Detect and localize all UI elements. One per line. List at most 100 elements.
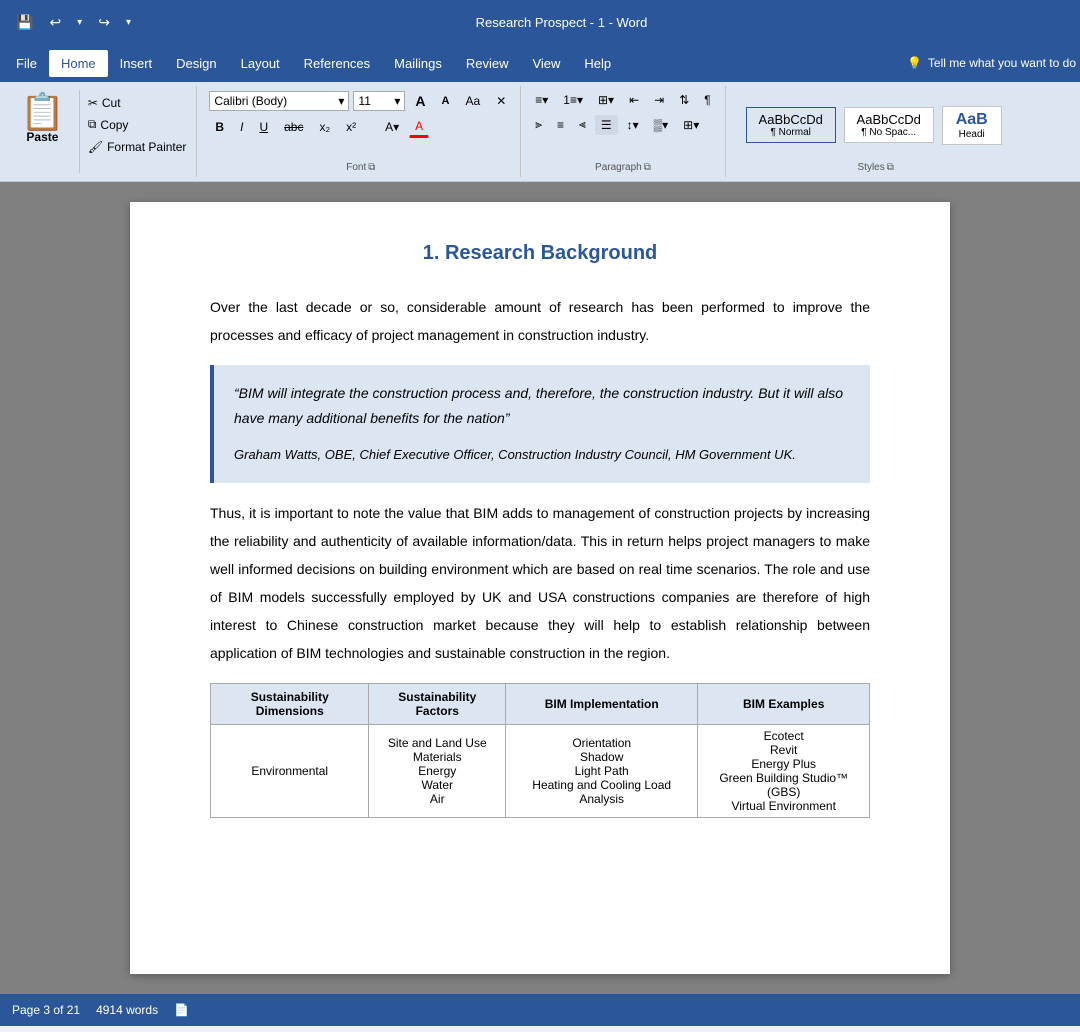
lightbulb-icon: 💡 bbox=[907, 56, 922, 70]
cut-label: Cut bbox=[102, 96, 121, 110]
document-page[interactable]: 1. Research Background Over the last dec… bbox=[130, 202, 950, 974]
document-para2: Thus, it is important to note the value … bbox=[210, 499, 870, 667]
status-bar: Page 3 of 21 4914 words 📄 bbox=[0, 994, 1080, 1026]
styles-group: AaBbCcDd ¶ Normal AaBbCcDd ¶ No Spac... … bbox=[726, 86, 1026, 177]
title-bar-title: Research Prospect - 1 - Word bbox=[476, 15, 648, 30]
format-painter-icon: 🖌 bbox=[88, 140, 103, 154]
menu-item-view[interactable]: View bbox=[520, 50, 572, 77]
multilevel-button[interactable]: ⊞▾ bbox=[592, 90, 620, 110]
bullets-button[interactable]: ≡▾ bbox=[529, 90, 554, 110]
align-center-button[interactable]: ≡ bbox=[551, 115, 570, 135]
font-grow-button[interactable]: A bbox=[409, 90, 431, 112]
paragraph-group: ≡▾ 1≡▾ ⊞▾ ⇤ ⇥ ⇅ ¶ ⫸ ≡ ⫷ ☰ ↕▾ ▒▾ ⊞▾ Parag… bbox=[521, 86, 725, 177]
font-case-button[interactable]: Aa bbox=[460, 91, 487, 111]
table-cell-bim-ex: EcotectRevitEnergy PlusGreen Building St… bbox=[698, 724, 870, 817]
table-header-bim-ex: BIM Examples bbox=[698, 683, 870, 724]
paste-button[interactable]: 📋 Paste bbox=[14, 90, 71, 148]
undo-icon[interactable]: ↩ bbox=[45, 10, 65, 35]
font-group-label: Font ⧉ bbox=[346, 162, 375, 173]
clipboard-group: 📋 Paste ✂ Cut ⧉ Copy 🖌 Format Painter bbox=[8, 86, 197, 177]
menu-bar: File Home Insert Design Layout Reference… bbox=[0, 44, 1080, 82]
document-table: Sustainability Dimensions Sustainability… bbox=[210, 683, 870, 818]
font-size-select[interactable]: 11 ▾ bbox=[353, 91, 405, 111]
style-normal-label: ¶ Normal bbox=[755, 127, 827, 138]
menu-item-mailings[interactable]: Mailings bbox=[382, 50, 454, 77]
style-heading-label: Headi bbox=[951, 129, 993, 140]
style-heading-box[interactable]: AaB Headi bbox=[942, 106, 1002, 145]
paragraph-group-expand[interactable]: ⧉ bbox=[644, 162, 651, 173]
decrease-indent-button[interactable]: ⇤ bbox=[623, 90, 645, 110]
style-nospace-preview: AaBbCcDd bbox=[853, 112, 925, 127]
cut-icon: ✂ bbox=[88, 96, 98, 110]
copy-label: Copy bbox=[100, 118, 128, 132]
lang-icon: 📄 bbox=[174, 1003, 189, 1017]
numbering-button[interactable]: 1≡▾ bbox=[557, 90, 589, 110]
ribbon: 📋 Paste ✂ Cut ⧉ Copy 🖌 Format Painter bbox=[0, 82, 1080, 182]
table-cell-bim-impl: OrientationShadowLight PathHeating and C… bbox=[506, 724, 698, 817]
style-normal-box[interactable]: AaBbCcDd ¶ Normal bbox=[746, 107, 836, 143]
paste-label: Paste bbox=[26, 130, 58, 144]
font-family-select[interactable]: Calibri (Body) ▾ bbox=[209, 91, 349, 111]
document-quote-block: “BIM will integrate the construction pro… bbox=[210, 365, 870, 483]
font-controls: Calibri (Body) ▾ 11 ▾ A A Aa ✕ B I U abc… bbox=[209, 90, 512, 160]
style-nospace-label: ¶ No Spac... bbox=[853, 127, 925, 138]
tell-me-box[interactable]: 💡 Tell me what you want to do bbox=[907, 56, 1076, 70]
quick-access-dropdown[interactable]: ▾ bbox=[122, 13, 135, 32]
styles-group-label: Styles ⧉ bbox=[858, 162, 894, 173]
bold-button[interactable]: B bbox=[209, 117, 230, 137]
font-clear-button[interactable]: ✕ bbox=[490, 91, 512, 111]
copy-button[interactable]: ⧉ Copy bbox=[84, 115, 191, 134]
superscript-button[interactable]: x² bbox=[340, 117, 362, 137]
style-nospace-box[interactable]: AaBbCcDd ¶ No Spac... bbox=[844, 107, 934, 143]
font-row1: Calibri (Body) ▾ 11 ▾ A A Aa ✕ bbox=[209, 90, 512, 112]
highlight-button[interactable]: A▾ bbox=[379, 117, 405, 137]
copy-icon: ⧉ bbox=[88, 117, 97, 132]
table-header-dimensions: Sustainability Dimensions bbox=[211, 683, 369, 724]
show-marks-button[interactable]: ¶ bbox=[698, 90, 716, 110]
line-spacing-button[interactable]: ↕▾ bbox=[621, 115, 645, 135]
redo-icon[interactable]: ↪ bbox=[94, 10, 114, 35]
undo-dropdown-icon[interactable]: ▾ bbox=[73, 13, 86, 32]
menu-item-insert[interactable]: Insert bbox=[108, 50, 165, 77]
menu-item-file[interactable]: File bbox=[4, 50, 49, 77]
font-group-expand[interactable]: ⧉ bbox=[368, 162, 375, 173]
table-cell-factors: Site and Land UseMaterialsEnergyWaterAir bbox=[369, 724, 506, 817]
document-heading: 1. Research Background bbox=[210, 242, 870, 265]
menu-item-review[interactable]: Review bbox=[454, 50, 521, 77]
font-color-button[interactable]: A bbox=[409, 116, 429, 138]
align-justify-button[interactable]: ☰ bbox=[595, 115, 618, 135]
table-row: Environmental Site and Land UseMaterials… bbox=[211, 724, 870, 817]
subscript-button[interactable]: x₂ bbox=[313, 117, 336, 137]
styles-group-expand[interactable]: ⧉ bbox=[887, 162, 894, 173]
menu-item-home[interactable]: Home bbox=[49, 50, 108, 77]
format-painter-button[interactable]: 🖌 Format Painter bbox=[84, 138, 191, 156]
menu-item-help[interactable]: Help bbox=[572, 50, 623, 77]
font-row2: B I U abc x₂ x² A▾ A bbox=[209, 116, 429, 138]
menu-item-references[interactable]: References bbox=[292, 50, 382, 77]
title-bar: 💾 ↩ ▾ ↪ ▾ Research Prospect - 1 - Word bbox=[0, 0, 1080, 44]
menu-item-layout[interactable]: Layout bbox=[229, 50, 292, 77]
font-shrink-button[interactable]: A bbox=[436, 92, 456, 110]
paste-icon: 📋 bbox=[20, 94, 65, 130]
save-icon[interactable]: 💾 bbox=[12, 10, 37, 35]
document-area: 1. Research Background Over the last dec… bbox=[0, 182, 1080, 994]
align-right-button[interactable]: ⫷ bbox=[573, 114, 592, 135]
table-header-row: Sustainability Dimensions Sustainability… bbox=[211, 683, 870, 724]
styles-controls: AaBbCcDd ¶ Normal AaBbCcDd ¶ No Spac... … bbox=[746, 90, 1006, 160]
paragraph-group-label: Paragraph ⧉ bbox=[595, 162, 651, 173]
document-quote-text: “BIM will integrate the construction pro… bbox=[234, 381, 850, 431]
align-left-button[interactable]: ⫸ bbox=[529, 114, 548, 135]
borders-button[interactable]: ⊞▾ bbox=[677, 115, 705, 135]
page-info: Page 3 of 21 bbox=[12, 1003, 80, 1017]
strikethrough-button[interactable]: abc bbox=[278, 117, 309, 137]
shading-button[interactable]: ▒▾ bbox=[648, 115, 675, 135]
format-painter-label: Format Painter bbox=[107, 140, 186, 154]
italic-button[interactable]: I bbox=[234, 117, 249, 137]
cut-button[interactable]: ✂ Cut bbox=[84, 94, 191, 112]
increase-indent-button[interactable]: ⇥ bbox=[648, 90, 670, 110]
underline-button[interactable]: U bbox=[253, 117, 274, 137]
document-para1: Over the last decade or so, considerable… bbox=[210, 293, 870, 349]
menu-item-design[interactable]: Design bbox=[164, 50, 228, 77]
sort-button[interactable]: ⇅ bbox=[673, 90, 695, 110]
word-count: 4914 words bbox=[96, 1003, 158, 1017]
